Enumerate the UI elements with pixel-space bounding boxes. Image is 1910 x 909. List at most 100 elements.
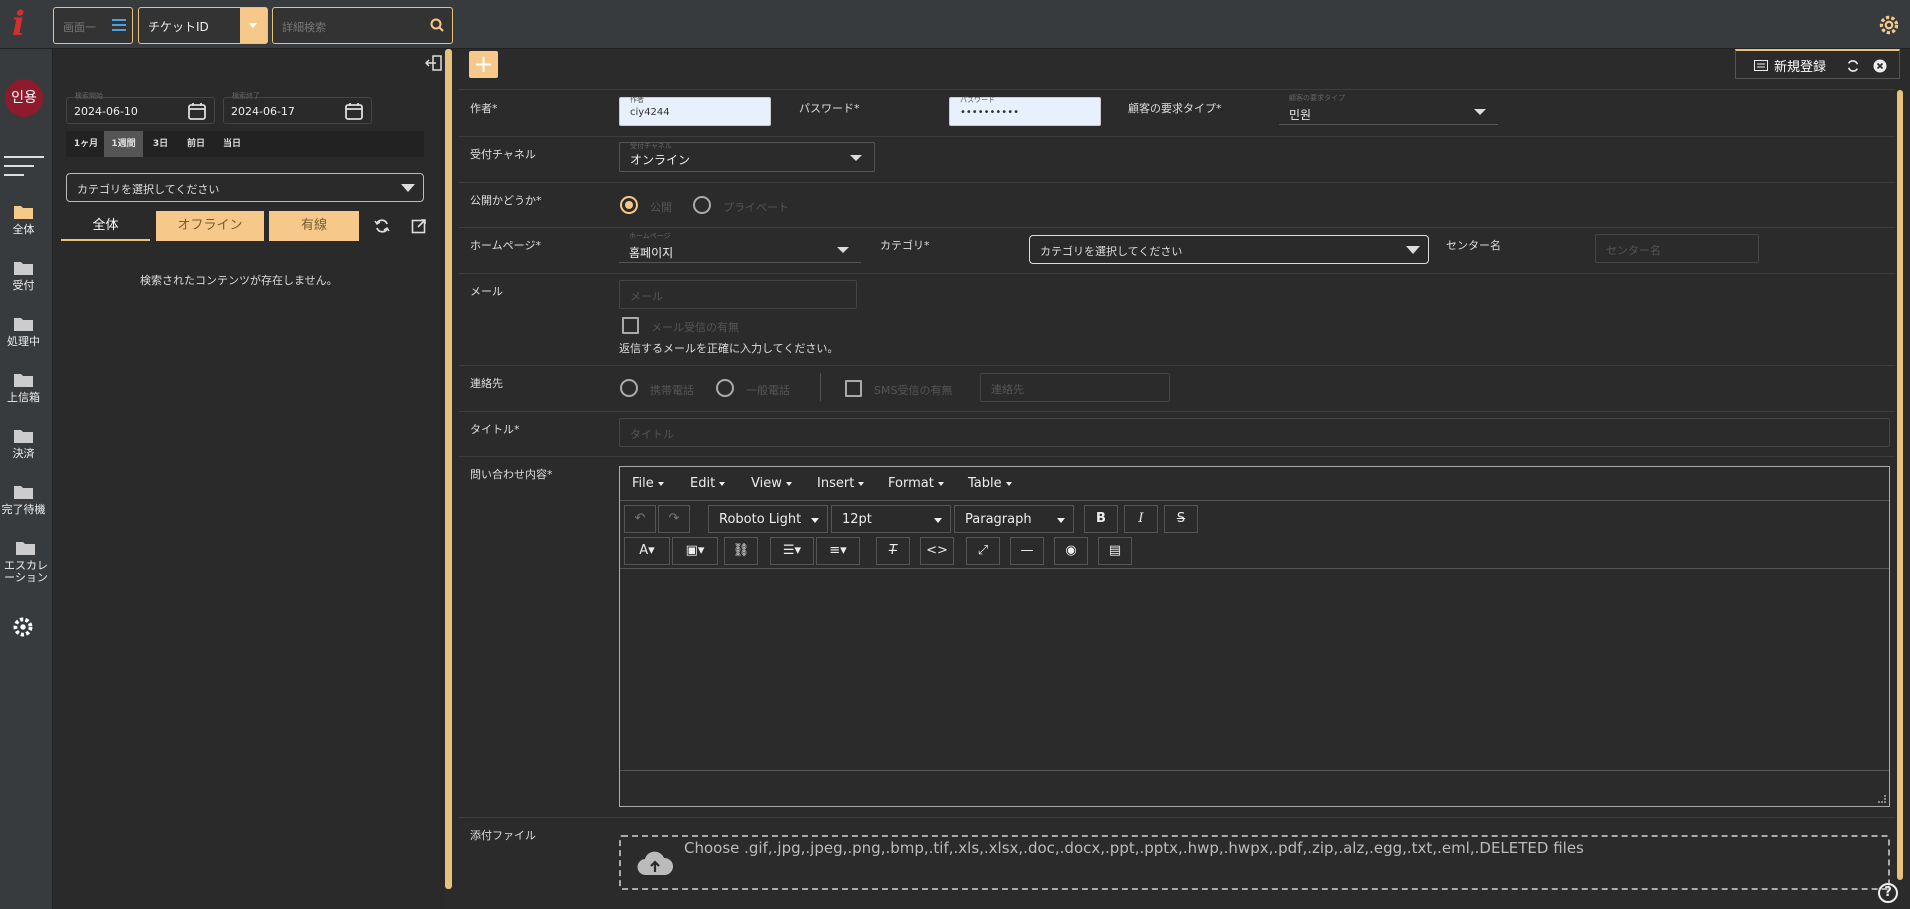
text-color-icon[interactable]: A▾ (624, 537, 670, 565)
request-type-value: 민원 (1289, 108, 1312, 122)
search-input[interactable]: 詳細検索 (282, 19, 326, 35)
collapse-panel-icon[interactable] (425, 55, 443, 71)
chevron-down-icon (934, 518, 942, 523)
link-icon[interactable]: ⛓ (724, 537, 758, 565)
fullscreen-icon[interactable]: ⤢ (966, 537, 1000, 565)
menu-edit[interactable]: Edit (690, 476, 725, 491)
sms-receive-checkbox[interactable] (845, 380, 862, 397)
close-icon[interactable] (1873, 59, 1887, 73)
search-type-value: チケットID (148, 20, 209, 34)
italic-button[interactable]: I (1124, 505, 1158, 533)
range-today-button[interactable]: 当日 (214, 131, 250, 157)
view-filter-box[interactable]: 画面一 (53, 7, 133, 44)
open-new-window-icon[interactable] (411, 218, 427, 234)
folder-icon (13, 374, 33, 387)
menu-file[interactable]: File (632, 476, 664, 491)
left-scrollbar[interactable] (445, 49, 452, 889)
request-type-select[interactable]: 顧客の要求タイプ 민원 (1279, 94, 1498, 125)
start-date-field[interactable]: 検索開始 2024-06-10 (66, 92, 215, 124)
category-select-left[interactable]: カテゴリを選択してください (66, 173, 424, 202)
range-1month-button[interactable]: 1ヶ月 (68, 131, 104, 157)
help-icon[interactable]: ? (1878, 883, 1898, 903)
gear-icon[interactable] (10, 614, 36, 640)
tab-new-registration[interactable]: 新規登録 (1735, 49, 1900, 79)
font-family-select[interactable]: Roboto Light (708, 505, 828, 533)
source-code-icon[interactable]: <> (920, 537, 954, 565)
editor-content-area[interactable] (620, 570, 1889, 770)
email-placeholder: メール (630, 290, 663, 303)
password-field[interactable]: パスワード •••••••••• (949, 96, 1101, 126)
resize-handle-icon[interactable] (1878, 795, 1886, 803)
block-format-select[interactable]: Paragraph (954, 505, 1074, 533)
app-logo[interactable]: i (12, 4, 25, 44)
email-receive-checkbox[interactable] (622, 317, 639, 334)
top-bar: i 画面一 チケットID 詳細検索 (0, 0, 1910, 49)
file-upload-dropzone[interactable]: Choose .gif,.jpg,.jpeg,.png,.bmp,.tif,.x… (619, 835, 1890, 890)
settings-gear-icon[interactable] (1876, 12, 1902, 38)
strikethrough-button[interactable]: S (1164, 505, 1198, 533)
contact-field[interactable]: 連絡先 (980, 373, 1170, 402)
menu-view[interactable]: View (751, 476, 792, 491)
end-date-field[interactable]: 検索終了 2024-06-17 (223, 92, 372, 124)
channel-select[interactable]: 受付チャネル オンライン (619, 142, 875, 172)
nav-item-received[interactable]: 受付 (0, 259, 47, 292)
title-field[interactable]: タイトル (619, 418, 1890, 447)
main-nav: 인용 全体 受付 処理中 上信箱 決済 完了待機 エスカレーション (0, 49, 53, 909)
menu-format[interactable]: Format (888, 476, 944, 491)
folder-icon (13, 486, 33, 499)
menu-toggle-icon[interactable] (4, 149, 44, 183)
bold-button[interactable]: B (1084, 505, 1118, 533)
nav-item-upper[interactable]: 上信箱 (0, 371, 47, 404)
numbered-list-icon[interactable]: ≡▾ (816, 537, 860, 565)
chevron-down-icon (850, 155, 862, 161)
right-scrollbar[interactable] (1897, 90, 1903, 880)
menu-insert[interactable]: Insert (817, 476, 864, 491)
redo-icon[interactable]: ↷ (658, 505, 690, 533)
refresh-icon[interactable] (1846, 59, 1860, 73)
calendar-icon[interactable] (345, 102, 363, 120)
nav-item-approval[interactable]: 決済 (0, 427, 47, 460)
font-size-select[interactable]: 12pt (831, 505, 951, 533)
attachment-label: 添付ファイル (470, 829, 536, 842)
divider (820, 373, 821, 401)
nav-item-processing[interactable]: 処理中 (0, 315, 47, 348)
password-value: •••••••••• (960, 107, 1019, 118)
paste-icon[interactable]: ▤ (1098, 537, 1132, 565)
preview-icon[interactable]: ◉ (1054, 537, 1088, 565)
author-field[interactable]: 作者 ciy4244 (619, 96, 771, 126)
tab-wired[interactable]: 有線 (269, 211, 359, 241)
range-3days-button[interactable]: 3日 (143, 131, 178, 157)
private-radio[interactable] (693, 196, 711, 214)
search-icon[interactable] (430, 18, 444, 32)
category-select[interactable]: カテゴリを選択してください (1029, 235, 1429, 264)
tab-offline[interactable]: オフライン (156, 211, 264, 241)
avatar[interactable]: 인용 (5, 79, 43, 117)
range-1week-button[interactable]: 1週間 (104, 131, 143, 157)
search-box[interactable]: 詳細検索 (272, 7, 453, 44)
nav-item-escalation[interactable]: エスカレーション (0, 539, 52, 584)
landline-radio[interactable] (716, 379, 734, 397)
add-ticket-button[interactable]: + (469, 51, 498, 78)
contact-placeholder: 連絡先 (991, 383, 1024, 396)
tab-all[interactable]: 全体 (61, 211, 150, 241)
undo-icon[interactable]: ↶ (624, 505, 656, 533)
nav-item-all[interactable]: 全体 (0, 203, 47, 236)
center-name-field[interactable]: センター名 (1595, 234, 1759, 263)
homepage-select[interactable]: ホームページ 홈페이지 (619, 232, 861, 263)
search-type-dropdown-button[interactable] (240, 8, 267, 43)
bullet-list-icon[interactable]: ☰▾ (770, 537, 814, 565)
refresh-icon[interactable] (374, 218, 390, 234)
clear-format-icon[interactable]: T̶ (876, 537, 910, 565)
background-color-icon[interactable]: ▣▾ (672, 537, 718, 565)
nav-item-waiting[interactable]: 完了待機 (0, 483, 47, 516)
horizontal-rule-icon[interactable]: — (1010, 537, 1044, 565)
menu-table[interactable]: Table (968, 476, 1012, 491)
search-type-select[interactable]: チケットID (138, 7, 268, 44)
range-yesterday-button[interactable]: 前日 (178, 131, 214, 157)
author-float-label: 作者 (630, 96, 644, 104)
font-size-value: 12pt (842, 512, 872, 527)
mobile-radio[interactable] (620, 379, 638, 397)
email-field[interactable]: メール (619, 280, 857, 309)
public-radio[interactable] (620, 196, 638, 214)
calendar-icon[interactable] (188, 102, 206, 120)
